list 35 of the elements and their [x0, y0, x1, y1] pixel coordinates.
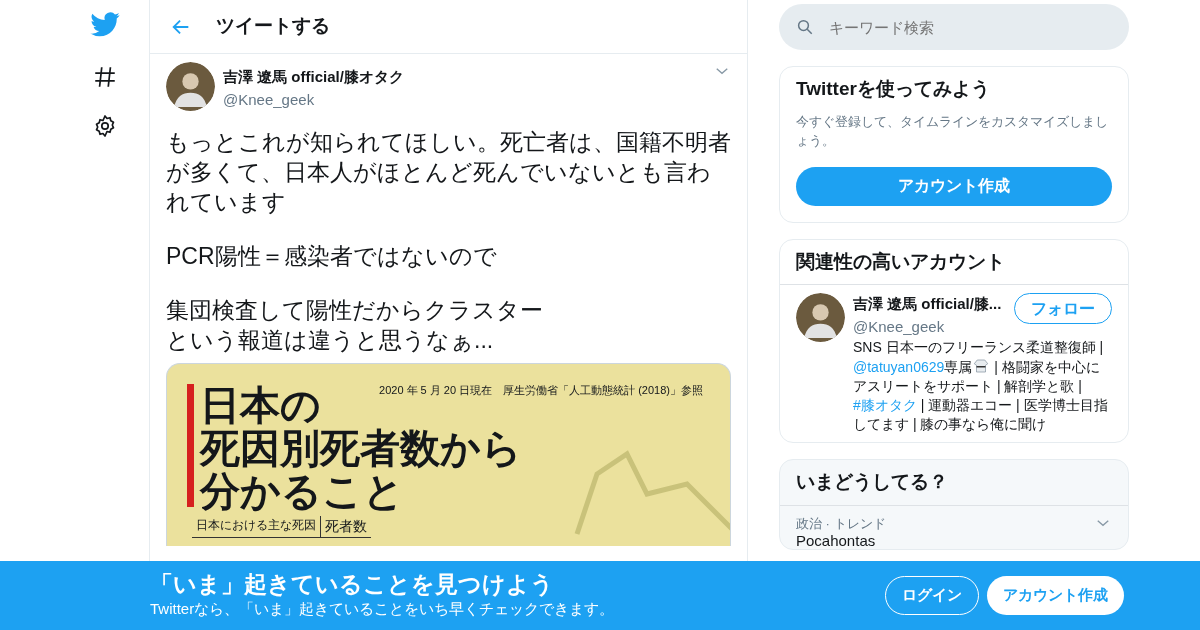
headline-text: 死因別死者数から — [200, 427, 522, 470]
tweet-text: PCR陽性＝感染者ではないので — [166, 242, 498, 271]
uniform-icon — [972, 357, 991, 375]
card-title: Twitterを使ってみよう — [796, 77, 991, 101]
signup-button[interactable]: アカウント作成 — [987, 576, 1124, 615]
author-name[interactable]: 吉澤 遼馬 official/膝オタク — [223, 66, 705, 89]
headline-text: 分かること — [200, 470, 404, 513]
table-header: 死者数 — [324, 517, 368, 536]
search-icon — [796, 18, 814, 36]
account-name[interactable]: 吉澤 遼馬 official/膝... — [853, 293, 1002, 316]
search-field[interactable]: キーワード検索 — [779, 4, 1129, 50]
card-title: いまどうしてる？ — [780, 460, 1128, 506]
author-handle[interactable]: @Knee_geek — [223, 88, 705, 111]
source-note: 2020 年 5 月 20 日現在 厚生労働省「人工動態統計 (2018)」参照 — [379, 383, 703, 398]
bio-link[interactable]: @tatuyan0629 — [853, 359, 945, 375]
bio-link[interactable]: #膝オタク — [853, 397, 917, 413]
trend-name[interactable]: Pocahontas — [796, 533, 876, 549]
headline-text: 日本の — [200, 384, 321, 427]
tweet-text: という報道は違うと思うなぁ... — [166, 326, 495, 355]
follow-button[interactable]: フォロー — [1014, 293, 1112, 324]
page-title: ツイートする — [216, 14, 330, 39]
tweet-text: 集団検査して陽性だからクラスター — [166, 296, 544, 325]
signup-button[interactable]: アカウント作成 — [796, 166, 1112, 206]
card-title: 関連性の高いアカウント — [780, 239, 1128, 285]
table-header: 日本における主な死因 — [192, 516, 321, 537]
account-handle[interactable]: @Knee_geek — [853, 315, 1002, 338]
banner-text: Twitterなら、「いま」起きていることをいち早くチェックできます。 — [150, 599, 616, 620]
card-text: 今すぐ登録して、タイムラインをカスタマイズしましょう。 — [796, 112, 1109, 150]
banner-title: 「いま」起きていることを見つけよう — [150, 570, 555, 599]
account-bio: SNS 日本一のフリーランス柔道整復師 | @tatuyan0629専属 | 格闘家を中心にアスリートをサポート | 解剖学と歌 | #膝オタク | 運動器エコー | 医学博士目指してます | 膝の事なら俺に聞け — [853, 338, 1109, 434]
avatar[interactable] — [796, 293, 845, 342]
avatar[interactable] — [166, 62, 215, 111]
trend-context: 政治 · トレンド — [796, 514, 887, 533]
tweet-text: もっとこれが知られてほしい。死亡者は、国籍不明者が多くて、日本人がほとんど死んでいないとも言われています — [166, 128, 731, 217]
login-button[interactable]: ログイン — [885, 576, 979, 615]
